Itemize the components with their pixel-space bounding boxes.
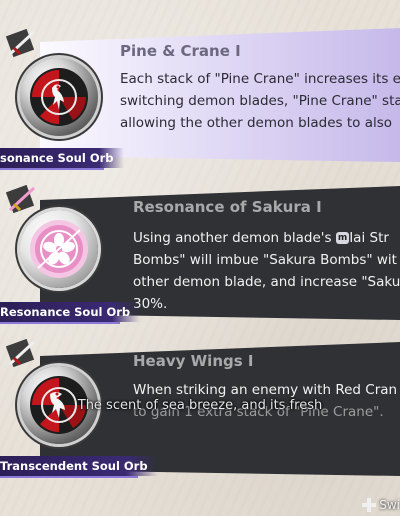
button-prompt-icon: m	[335, 232, 350, 244]
blade-icon	[6, 338, 36, 368]
sakura-icon	[30, 220, 88, 278]
card-title: Resonance of Sakura I	[133, 198, 322, 216]
switch-button[interactable]: Swi	[362, 498, 400, 512]
orb-type-label: sonance Soul Orb	[0, 148, 124, 170]
sakura-orb	[20, 210, 98, 288]
card-title: Pine & Crane I	[120, 42, 241, 60]
crane-icon	[30, 68, 88, 126]
desc-line: other demon blade, and increase "Saku	[133, 274, 400, 290]
card-description: Using another demon blade's m Iai Str Bom…	[133, 227, 400, 315]
card-title: Heavy Wings I	[133, 352, 254, 370]
subtitle-text: The scent of sea breeze, and its fresh	[77, 398, 323, 413]
desc-line: Each stack of "Pine Crane" increases its…	[120, 71, 400, 87]
desc-line: allowing the other demon blades to also	[120, 115, 393, 131]
desc-line: Using another demon blade's m Iai Str	[133, 230, 389, 246]
crane-orb	[20, 58, 98, 136]
orb-type-label: Resonance Soul Orb	[0, 302, 141, 324]
orb-type-label: Transcendent Soul Orb	[0, 456, 158, 478]
soul-orb-card-sakura[interactable]: Resonance of Sakura I Using another demo…	[0, 178, 400, 328]
blade-icon	[6, 28, 36, 58]
card-description: Each stack of "Pine Crane" increases its…	[120, 68, 400, 134]
desc-line: switching demon blades, "Pine Crane" sta	[120, 93, 400, 109]
switch-label: Swi	[379, 498, 400, 512]
soul-orb-card-pine-crane[interactable]: Pine & Crane I Each stack of "Pine Crane…	[0, 20, 400, 170]
dpad-icon	[362, 498, 377, 512]
desc-line: 30%.	[133, 296, 168, 312]
desc-line: Bombs" will imbue "Sakura Bombs" wit	[133, 252, 397, 268]
blade-icon	[6, 184, 36, 214]
